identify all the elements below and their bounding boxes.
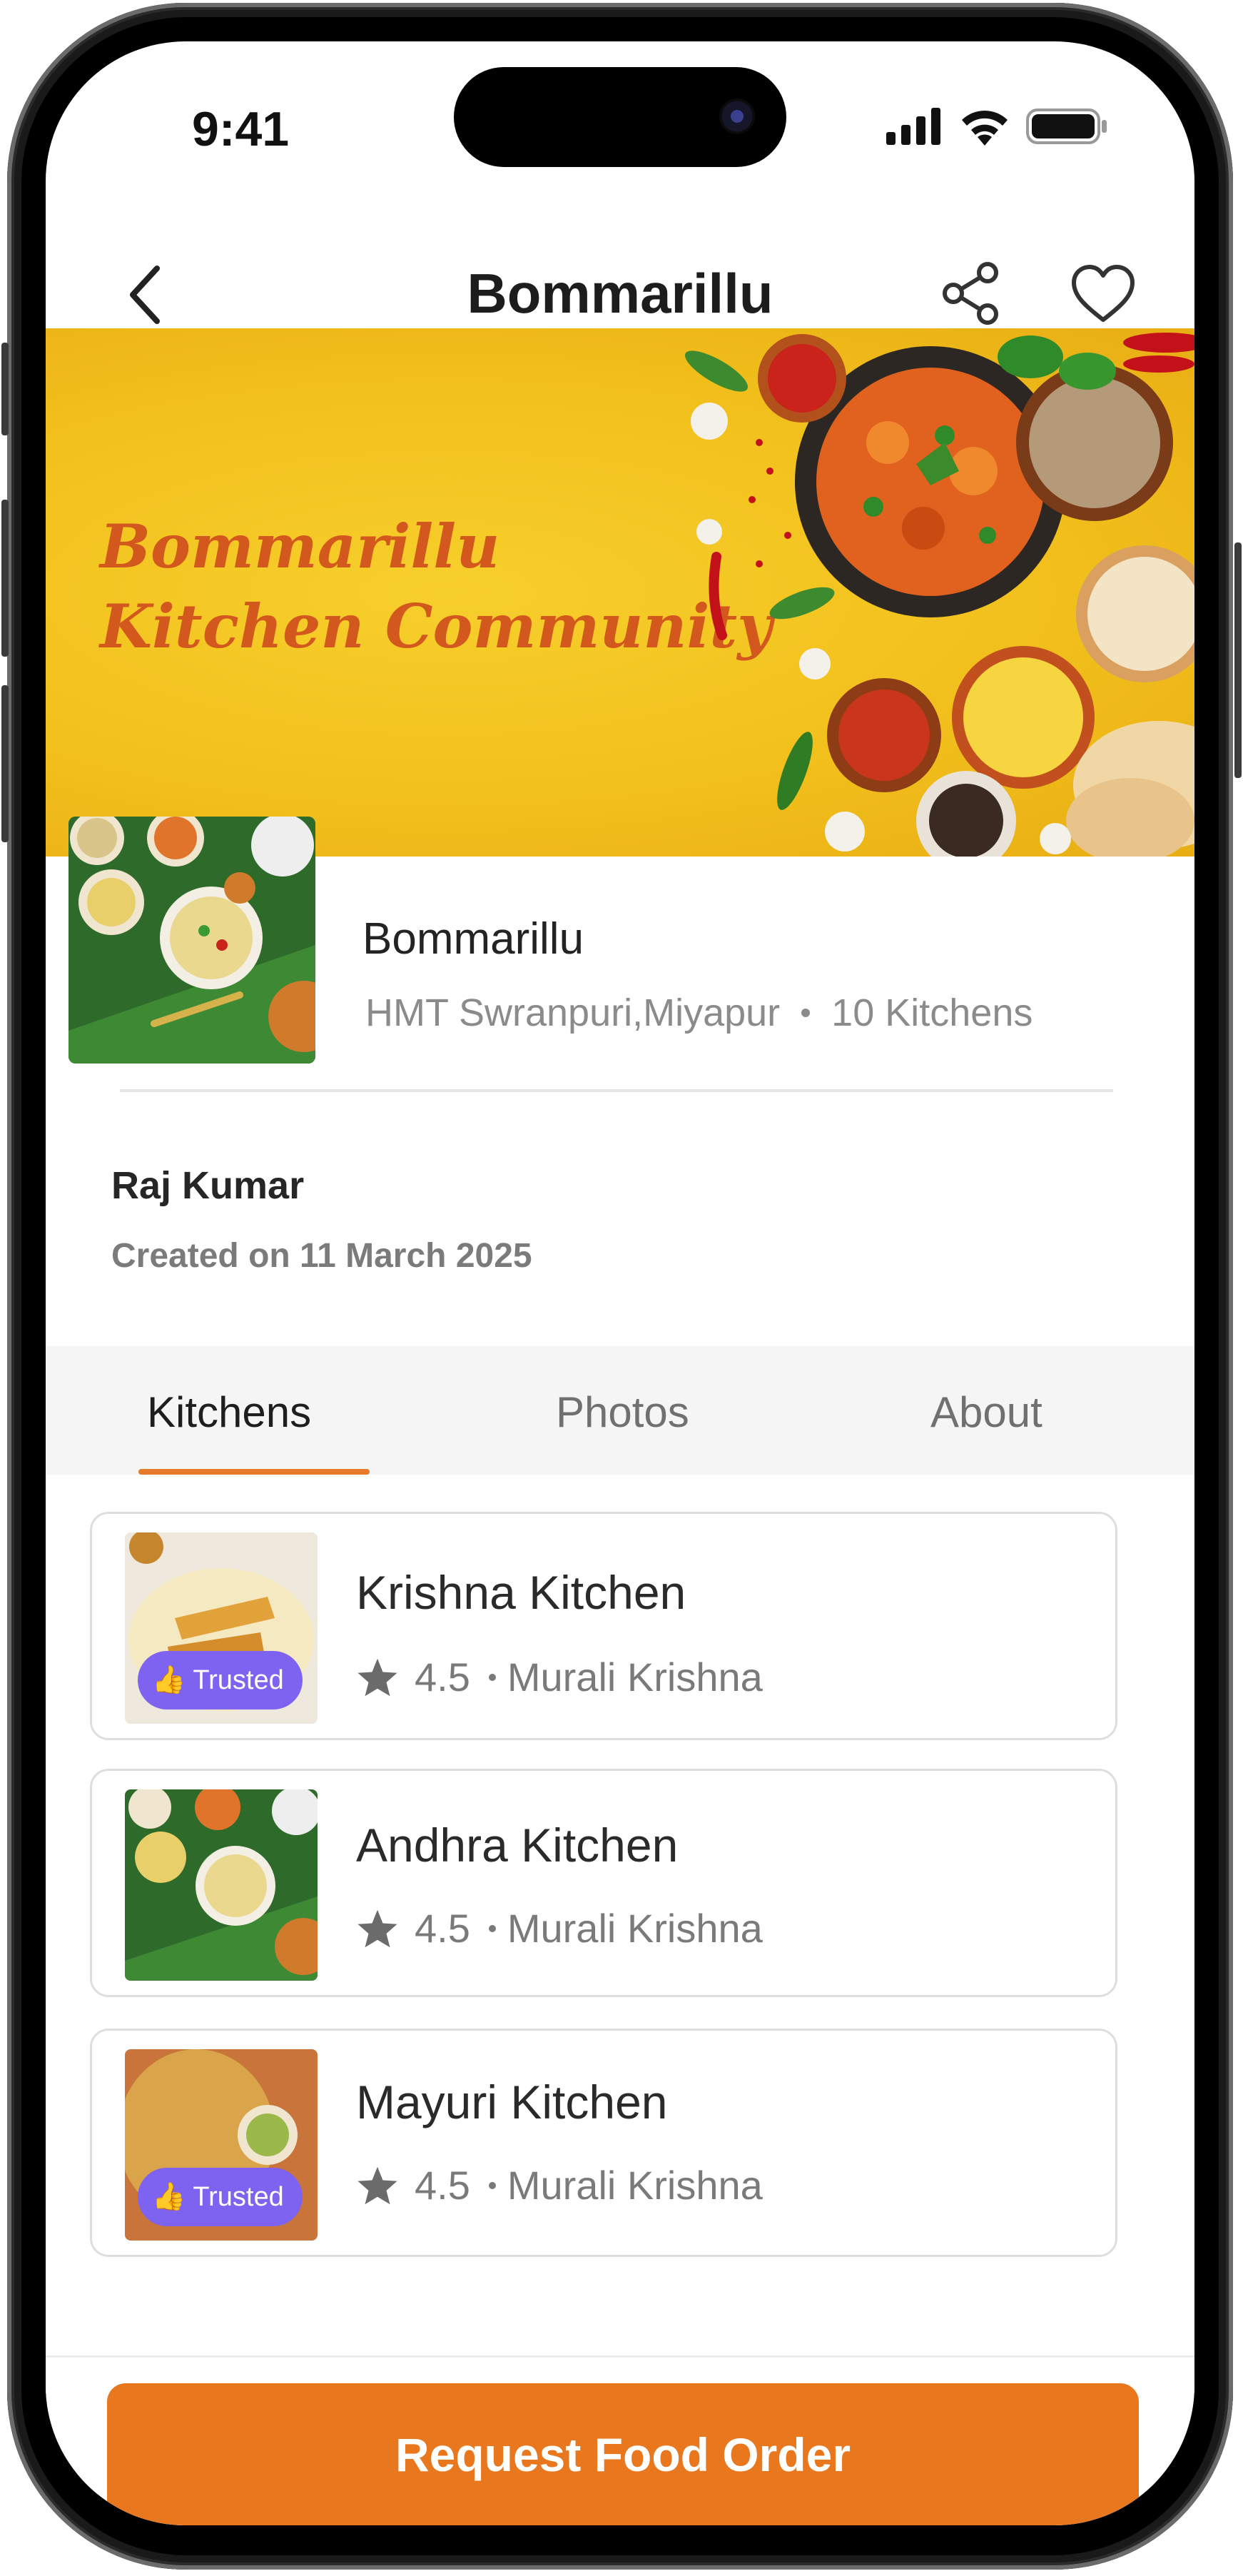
kitchen-owner: Murali Krishna bbox=[507, 1655, 763, 1699]
tab-kitchens[interactable]: Kitchens bbox=[147, 1388, 311, 1437]
kitchen-name: Andhra Kitchen bbox=[356, 1819, 679, 1872]
app-screen: 9:41 Bommarillu Bommarillu Kitchen Commu… bbox=[46, 41, 1194, 2525]
volume-up-button bbox=[1, 500, 9, 657]
bottom-action-bar: Request Food Order bbox=[46, 2355, 1194, 2525]
separator-dot bbox=[488, 1673, 496, 1681]
separator-dot bbox=[801, 1009, 811, 1017]
star-icon bbox=[357, 1909, 397, 1947]
kitchen-meta: 4.5 Murali Krishna bbox=[356, 1654, 763, 1700]
kitchen-food-image bbox=[125, 1789, 318, 1981]
kitchen-meta: 4.5 Murali Krishna bbox=[356, 2162, 763, 2208]
cellular-signal-icon bbox=[886, 108, 940, 145]
tab-photos[interactable]: Photos bbox=[556, 1388, 689, 1437]
request-food-order-button[interactable]: Request Food Order bbox=[107, 2383, 1139, 2525]
trusted-label: Trusted bbox=[193, 2181, 284, 2212]
kitchen-owner: Murali Krishna bbox=[507, 1906, 763, 1951]
status-icons bbox=[886, 107, 1109, 146]
separator-dot bbox=[488, 2181, 496, 2189]
star-icon bbox=[357, 1658, 397, 1696]
share-icon[interactable] bbox=[940, 261, 1002, 325]
community-location: HMT Swranpuri,Miyapur bbox=[365, 991, 781, 1034]
active-tab-indicator bbox=[138, 1469, 370, 1475]
community-name: Bommarillu bbox=[362, 914, 584, 964]
trusted-label: Trusted bbox=[193, 1665, 284, 1695]
community-avatar bbox=[69, 817, 315, 1064]
community-banner: Bommarillu Kitchen Community bbox=[46, 328, 1194, 857]
top-app-bar: Bommarillu bbox=[46, 206, 1194, 341]
dynamic-island bbox=[454, 67, 786, 167]
trusted-badge: 👍 Trusted bbox=[138, 1651, 303, 1709]
thumbs-up-icon: 👍 bbox=[152, 1665, 186, 1695]
divider bbox=[120, 1089, 1113, 1092]
created-date: Created on 11 March 2025 bbox=[111, 1237, 532, 1275]
volume-down-button bbox=[1, 685, 9, 842]
separator-dot bbox=[488, 1924, 496, 1932]
battery-icon bbox=[1026, 108, 1107, 144]
status-time: 9:41 bbox=[192, 102, 290, 156]
community-meta: HMT Swranpuri,Miyapur 10 Kitchens bbox=[365, 991, 1033, 1035]
kitchen-rating: 4.5 bbox=[415, 1906, 470, 1951]
kitchen-thumbnail: 👍 Trusted bbox=[125, 1532, 318, 1724]
kitchen-card[interactable]: 👍 Trusted Krishna Kitchen 4.5 Murali Kri… bbox=[90, 1512, 1117, 1740]
creator-name: Raj Kumar bbox=[111, 1164, 305, 1207]
tab-about[interactable]: About bbox=[930, 1388, 1042, 1437]
page-title: Bommarillu bbox=[467, 262, 773, 325]
power-button bbox=[1234, 542, 1242, 778]
community-food-image bbox=[69, 817, 315, 1064]
thumbs-up-icon: 👍 bbox=[152, 2182, 186, 2212]
kitchen-card[interactable]: 👍 Trusted Mayuri Kitchen 4.5 Murali Kris… bbox=[90, 2029, 1117, 2257]
trusted-badge: 👍 Trusted bbox=[138, 2168, 303, 2226]
kitchen-name: Krishna Kitchen bbox=[356, 1566, 686, 1619]
tab-bar: Kitchens Photos About bbox=[46, 1346, 1194, 1475]
kitchen-thumbnail bbox=[125, 1789, 318, 1981]
star-icon bbox=[357, 2166, 397, 2204]
kitchen-thumbnail: 👍 Trusted bbox=[125, 2049, 318, 2241]
action-button bbox=[1, 343, 9, 435]
kitchen-rating: 4.5 bbox=[415, 2163, 470, 2208]
phone-frame: 9:41 Bommarillu Bommarillu Kitchen Commu… bbox=[0, 0, 1243, 2576]
wifi-icon bbox=[962, 111, 1008, 146]
kitchen-meta: 4.5 Murali Krishna bbox=[356, 1905, 763, 1951]
kitchen-rating: 4.5 bbox=[415, 1655, 470, 1699]
kitchen-owner: Murali Krishna bbox=[507, 2163, 763, 2208]
kitchen-card[interactable]: Andhra Kitchen 4.5 Murali Krishna bbox=[90, 1769, 1117, 1997]
kitchen-name: Mayuri Kitchen bbox=[356, 2076, 668, 2128]
camera-icon bbox=[719, 99, 755, 134]
banner-food-illustration bbox=[684, 333, 1194, 857]
kitchens-count: 10 Kitchens bbox=[831, 991, 1033, 1034]
favorite-heart-icon[interactable] bbox=[1070, 264, 1136, 324]
